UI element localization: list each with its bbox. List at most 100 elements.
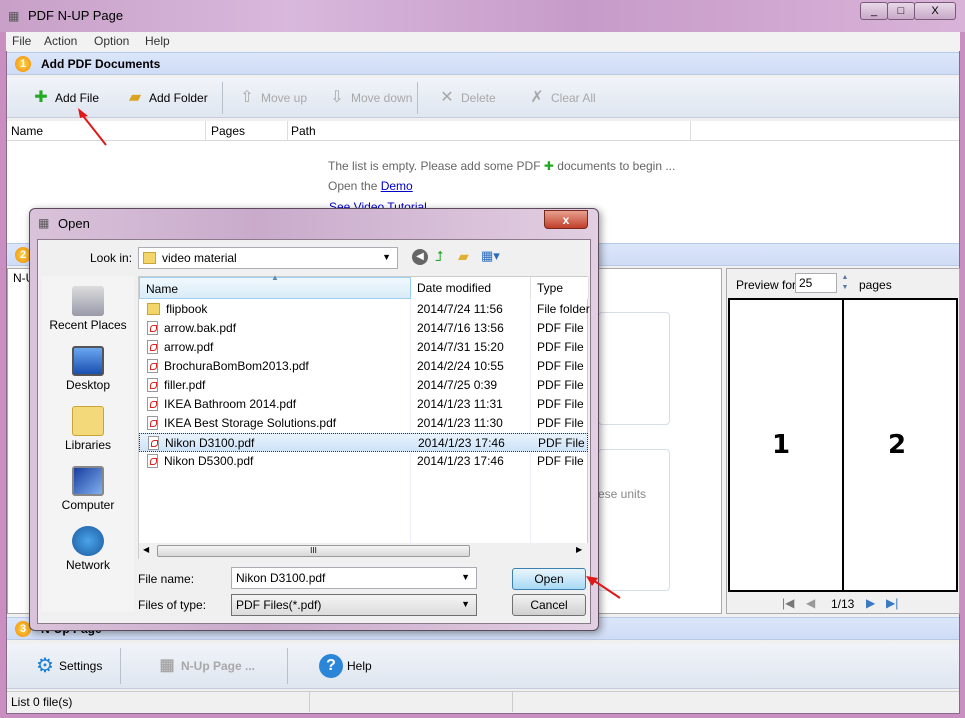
app-icon: ▦ (8, 9, 20, 23)
next-page-icon[interactable]: ▶ (866, 596, 875, 610)
last-page-icon[interactable]: ▶| (886, 596, 898, 610)
file-date: 2014/1/23 11:31 (417, 397, 503, 411)
cancel-button[interactable]: Cancel (512, 594, 586, 616)
status-bar: List 0 file(s) (7, 691, 959, 712)
menu-option[interactable]: Option (94, 34, 129, 48)
preview-pages-input[interactable] (795, 273, 837, 293)
file-row[interactable]: arrow.bak.pdf 2014/7/16 13:56 PDF File (139, 319, 588, 338)
pdf-file-icon (148, 436, 159, 450)
up-folder-icon[interactable]: ⮥ (435, 248, 443, 265)
preview-suffix: pages (859, 278, 892, 292)
column-pages[interactable]: Pages (211, 124, 245, 138)
scroll-thumb[interactable]: III (157, 545, 470, 557)
add-folder-button[interactable]: ▰ Add Folder (125, 78, 208, 117)
pdf-file-icon (147, 340, 158, 354)
place-recent[interactable]: Recent Places (42, 282, 134, 342)
pages-spinner[interactable]: ▲ ▼ (838, 273, 852, 293)
file-type: PDF File (538, 436, 585, 450)
file-row[interactable]: Nikon D5300.pdf 2014/1/23 17:46 PDF File (139, 452, 588, 471)
back-icon[interactable]: ◀ (412, 249, 428, 265)
place-network[interactable]: Network (42, 522, 134, 582)
clear-all-button[interactable]: ✗ Clear All (527, 78, 596, 117)
file-row[interactable]: filler.pdf 2014/7/25 0:39 PDF File (139, 376, 588, 395)
divider (222, 82, 223, 114)
dialog-body: Look in: video material ▼ ◀ ⮥ ▰ ▦▾ Recent… (37, 239, 591, 624)
menu-action[interactable]: Action (44, 34, 77, 48)
move-up-button[interactable]: ⇧ Move up (237, 78, 307, 117)
file-date: 2014/7/24 11:56 (417, 302, 503, 316)
divider (287, 648, 288, 684)
file-type-select[interactable]: PDF Files(*.pdf) ▼ (231, 594, 477, 616)
chevron-down-icon: ▼ (461, 599, 470, 609)
column-path[interactable]: Path (291, 124, 316, 138)
app-title: PDF N-UP Page (28, 8, 124, 23)
add-file-button[interactable]: ✚ Add File (31, 78, 99, 117)
file-name-input[interactable]: Nikon D3100.pdf ▼ (231, 567, 477, 589)
file-date: 2014/7/31 15:20 (417, 340, 504, 354)
view-menu-icon[interactable]: ▦▾ (481, 248, 500, 264)
column-type[interactable]: Type (531, 277, 589, 299)
help-label: Help (347, 659, 372, 673)
open-dialog: ▦ Open x Look in: video material ▼ ◀ ⮥ ▰ … (29, 208, 599, 631)
place-desktop[interactable]: Desktop (42, 342, 134, 402)
column-date[interactable]: Date modified (411, 277, 531, 299)
place-libraries[interactable]: Libraries (42, 402, 134, 462)
file-row[interactable]: flipbook 2014/7/24 11:56 File folder (139, 300, 590, 319)
nup-page-button[interactable]: ▦ N-Up Page ... (157, 644, 255, 688)
first-page-icon[interactable]: |◀ (782, 596, 794, 610)
column-name[interactable]: Name (11, 124, 43, 138)
page-indicator: 1/13 (831, 597, 855, 611)
file-name: IKEA Best Storage Solutions.pdf (147, 414, 336, 433)
step-badge: 1 (15, 56, 31, 72)
chevron-down-icon[interactable]: ▼ (461, 572, 470, 582)
divider (120, 648, 121, 684)
nup-label: N-Up Page ... (181, 659, 256, 673)
file-type: PDF File (537, 359, 584, 373)
horizontal-scrollbar[interactable]: ◀ III ▶ (139, 543, 588, 559)
preview-page: 1 2 (728, 298, 958, 592)
settings-button[interactable]: ⚙ Settings (35, 644, 102, 688)
file-row[interactable]: Nikon D3100.pdf 2014/1/23 17:46 PDF File (139, 433, 588, 452)
prev-page-icon[interactable]: ◀ (806, 596, 815, 610)
place-computer[interactable]: Computer (42, 462, 134, 522)
look-in-dropdown[interactable]: video material ▼ (138, 247, 398, 269)
menu-bar: File Action Option Help (6, 32, 960, 51)
file-row[interactable]: BrochuraBomBom2013.pdf 2014/2/24 10:55 PDF… (139, 357, 588, 376)
move-up-label: Move up (261, 90, 308, 105)
file-row[interactable]: IKEA Bathroom 2014.pdf 2014/1/23 11:31 PDF… (139, 395, 588, 414)
dialog-close-button[interactable]: x (544, 210, 588, 229)
file-row[interactable]: arrow.pdf 2014/7/31 15:20 PDF File (139, 338, 588, 357)
open-button[interactable]: Open (512, 568, 586, 590)
menu-file[interactable]: File (12, 34, 31, 48)
file-type: File folder (537, 302, 590, 316)
maximize-button[interactable]: □ (887, 2, 915, 20)
close-button[interactable]: X (914, 2, 956, 20)
file-type: PDF File (537, 454, 584, 468)
chevron-down-icon: ▼ (382, 252, 391, 262)
divider (417, 82, 418, 114)
delete-button[interactable]: ✕ Delete (437, 78, 495, 117)
open-demo-text: Open the Demo (328, 179, 413, 193)
clear-all-label: Clear All (551, 90, 596, 105)
minimize-button[interactable]: _ (860, 2, 888, 20)
file-date: 2014/7/16 13:56 (417, 321, 504, 335)
help-button[interactable]: ? Help (319, 644, 372, 688)
add-folder-icon: ▰ (128, 88, 142, 106)
file-date: 2014/2/24 10:55 (417, 359, 504, 373)
file-type: PDF File (537, 416, 584, 430)
add-folder-label: Add Folder (149, 90, 208, 105)
move-down-button[interactable]: ⇩ Move down (327, 78, 412, 117)
file-list-view[interactable]: Name ▲ Date modified Type flipbook 2014/7… (138, 273, 590, 559)
menu-help[interactable]: Help (145, 34, 170, 48)
demo-link[interactable]: Demo (381, 179, 413, 193)
add-pdf-icon: ✚ (34, 88, 48, 106)
help-icon: ? (319, 654, 343, 678)
file-date: 2014/7/25 0:39 (417, 378, 498, 392)
sort-asc-icon: ▲ (271, 273, 279, 282)
pdf-file-icon (147, 397, 158, 411)
file-row[interactable]: IKEA Best Storage Solutions.pdf 2014/1/23… (139, 414, 588, 433)
new-folder-icon[interactable]: ▰ (458, 248, 469, 265)
file-name: Nikon D5300.pdf (147, 452, 253, 471)
arrow-up-icon: ⇧ (240, 88, 254, 106)
look-in-value: video material (162, 251, 237, 265)
